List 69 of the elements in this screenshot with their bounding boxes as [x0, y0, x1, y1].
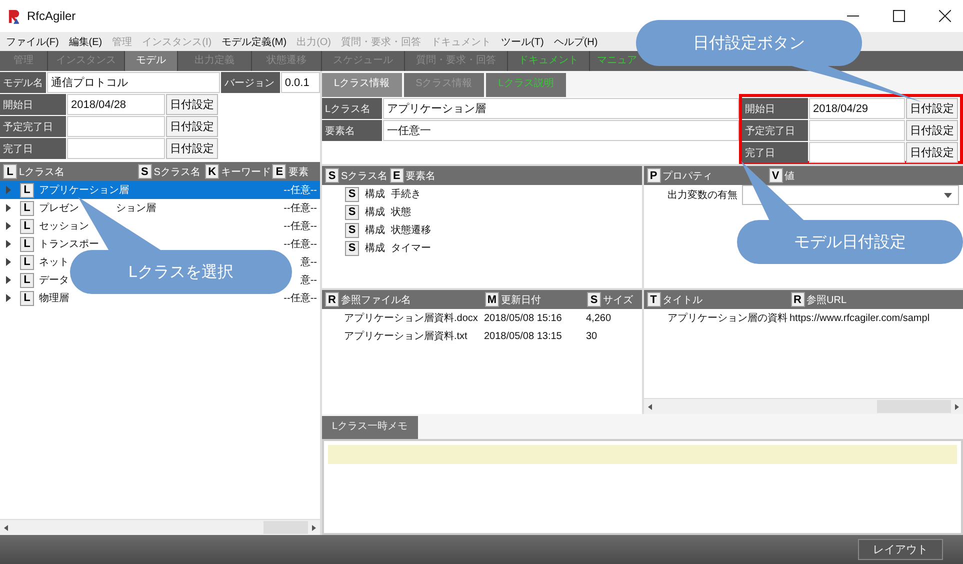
class-name: 構成 — [365, 188, 385, 201]
updated-date: 2018/05/08 15:16 — [484, 312, 563, 324]
class-name: 構成 — [365, 206, 385, 219]
callout-tooltip: Lクラスを選択 — [70, 250, 292, 294]
column-type-marker: M — [485, 292, 499, 307]
class-type-marker: L — [20, 290, 34, 306]
field-label: Lクラス名 — [322, 98, 382, 119]
class-type-marker: S — [345, 204, 359, 220]
column-type-marker: S — [587, 292, 601, 307]
column-type-marker: S — [138, 164, 152, 179]
class-type-marker: L — [20, 200, 34, 216]
class-name: トランスポー — [39, 238, 99, 251]
file-size: 4,260 — [586, 312, 612, 324]
element-name: --任意-- — [282, 220, 318, 233]
field-label: 完了日 — [0, 138, 66, 159]
class-name: データ — [39, 274, 69, 287]
class-type-marker: L — [20, 272, 34, 288]
class-name: プレゼン — [39, 202, 79, 215]
element-name: --任意-- — [282, 292, 318, 305]
element-name: --任意-- — [282, 238, 318, 251]
class-name: ション層 — [116, 202, 156, 215]
class-name: アプリケーション層 — [39, 184, 129, 197]
element-name: 手続き — [391, 188, 421, 201]
element-name: 意-- — [299, 274, 318, 287]
column-type-marker: E — [390, 168, 404, 183]
field-label: 要素名 — [322, 120, 382, 141]
class-name: セッション — [39, 220, 89, 233]
callout-tooltip: 日付設定ボタン — [636, 20, 862, 66]
element-name: 状態 — [391, 206, 411, 219]
element-name: タイマー — [391, 242, 431, 255]
reference-url: https://www.rfcagiler.com/sampl — [790, 312, 930, 324]
class-type-marker: S — [345, 240, 359, 256]
class-name: 構成 — [365, 242, 385, 255]
window-title: RfcAgiler — [27, 9, 76, 23]
column-type-marker: T — [646, 292, 660, 307]
property-name: 出力変数の有無 — [668, 188, 738, 202]
class-type-marker: L — [20, 182, 34, 198]
field-label: 開始日 — [0, 94, 66, 115]
element-name: --任意-- — [282, 202, 318, 215]
file-size: 30 — [586, 330, 598, 342]
field-label: バージョン — [221, 72, 280, 93]
element-name: 意-- — [299, 256, 318, 269]
column-type-marker: P — [646, 168, 660, 183]
column-type-marker: E — [272, 164, 286, 179]
updated-date: 2018/05/08 13:15 — [484, 330, 563, 342]
file-name: アプリケーション層資料.txt — [344, 330, 468, 343]
class-name: 構成 — [365, 224, 385, 237]
class-name: 物理層 — [39, 292, 69, 305]
class-type-marker: L — [20, 236, 34, 252]
field-label: モデル名 — [0, 72, 46, 93]
column-type-marker: L — [3, 164, 17, 179]
column-type-marker: R — [325, 292, 339, 307]
column-type-marker: S — [325, 168, 339, 183]
field-label: 完了日 — [742, 142, 808, 163]
element-name: 状態遷移 — [391, 224, 431, 237]
reference-title: アプリケーション層の資料 — [668, 312, 788, 325]
class-type-marker: S — [345, 186, 359, 202]
field-label: 予定完了日 — [0, 116, 66, 137]
class-type-marker: L — [20, 218, 34, 234]
file-name: アプリケーション層資料.docx — [344, 312, 479, 325]
column-type-marker: R — [790, 292, 804, 307]
column-type-marker: V — [768, 168, 782, 183]
column-type-marker: K — [205, 164, 220, 179]
field-label: 予定完了日 — [742, 120, 808, 141]
class-type-marker: S — [345, 222, 359, 238]
class-type-marker: L — [20, 254, 34, 270]
field-label: 開始日 — [742, 98, 808, 119]
class-name: ネット — [39, 256, 69, 269]
element-name: --任意-- — [282, 184, 318, 197]
